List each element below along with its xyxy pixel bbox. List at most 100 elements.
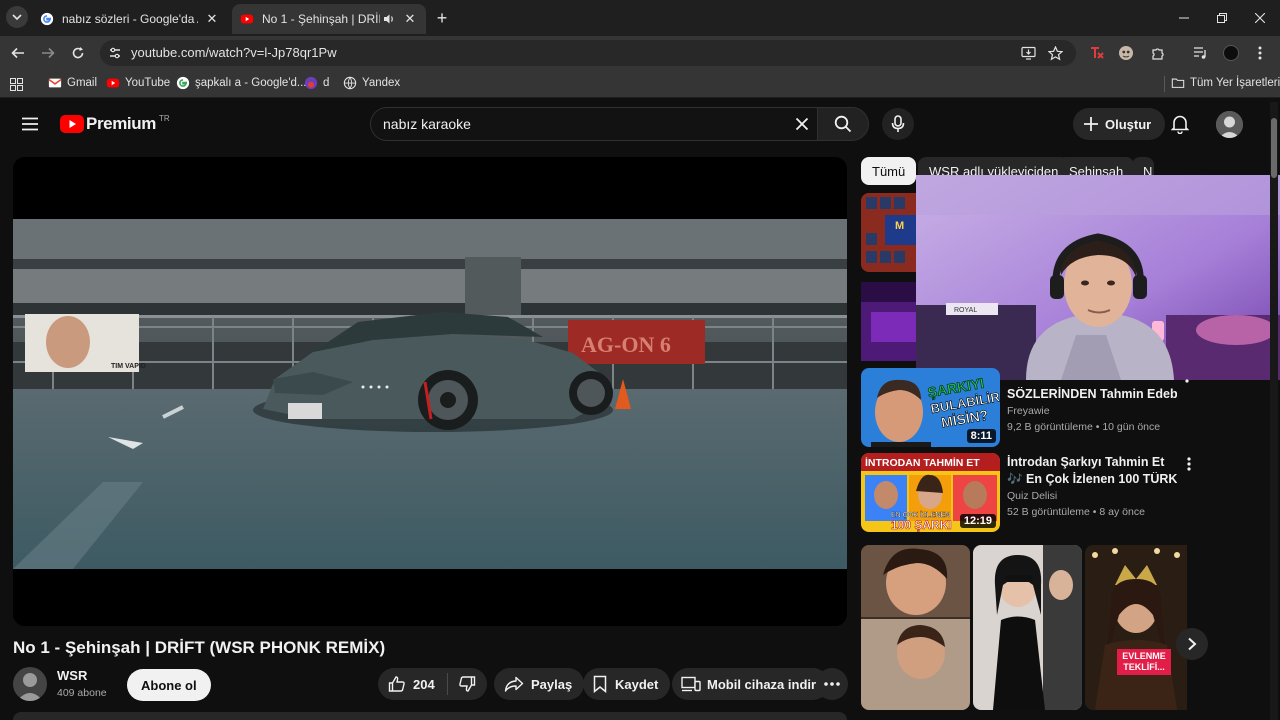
tab-search-button[interactable] (6, 6, 28, 28)
restore-button[interactable] (1210, 6, 1234, 30)
voice-search-button[interactable] (882, 108, 914, 140)
microphone-icon (891, 115, 905, 132)
subscribe-button[interactable]: Abone ol (127, 669, 211, 701)
recommendation-channel[interactable]: Quiz Delisi (1007, 490, 1057, 502)
webcam-sign-text: ROYAL (954, 307, 977, 314)
share-arrow-icon (504, 676, 524, 692)
video-duration: 12:19 (959, 514, 996, 528)
tab-title: No 1 - Şehinşah | DRİFT (WSR PHONK REMİX… (262, 12, 380, 26)
video-player[interactable]: TIM VAPID AG-ON 6 (13, 157, 847, 626)
menu-button[interactable] (18, 112, 42, 136)
channel-name[interactable]: WSR (57, 668, 87, 683)
profile-circle-icon (1223, 45, 1239, 61)
short-thumbnail[interactable]: EVLENME TEKLİFİ... (1085, 545, 1187, 710)
bookmark-d[interactable]: d (304, 76, 329, 90)
scrollbar-thumb[interactable] (1271, 118, 1277, 178)
url-text[interactable]: youtube.com/watch?v=l-Jp78qr1Pw (131, 45, 337, 60)
notifications-button[interactable] (1168, 112, 1192, 136)
minimize-button[interactable] (1172, 6, 1196, 30)
extension-avatar-icon[interactable] (1114, 41, 1138, 65)
user-avatar-icon (1216, 111, 1243, 138)
bookmark-youtube[interactable]: YouTube (106, 76, 170, 90)
search-input[interactable]: nabız karaoke (383, 116, 471, 132)
dislike-button[interactable] (448, 668, 476, 700)
search-button[interactable] (817, 107, 869, 141)
download-button[interactable]: Mobil cihaza indir (672, 668, 830, 700)
recommendation-menu-button[interactable] (1181, 456, 1197, 472)
recommendation-title[interactable]: SÖZLERİNDEN Tahmin Edebilir... (1007, 387, 1177, 401)
site-info-icon[interactable] (103, 41, 127, 65)
bookmark-label: Tüm Yer İşaretleri (1190, 77, 1280, 89)
chip-all[interactable]: Tümü (861, 157, 917, 185)
save-button[interactable]: Kaydet (583, 668, 671, 700)
like-button[interactable]: 204 (378, 668, 435, 700)
extensions-puzzle-icon[interactable] (1146, 41, 1170, 65)
clear-search-button[interactable] (790, 112, 814, 136)
thumb-sub2: 100 ŞARKI (891, 518, 952, 532)
channel-avatar[interactable] (13, 667, 47, 701)
tab-youtube-video[interactable]: No 1 - Şehinşah | DRİFT (WSR PHONK REMİX… (232, 4, 426, 34)
recommendation-thumbnail[interactable]: M (861, 193, 917, 272)
bookmark-star-icon[interactable] (1043, 41, 1067, 65)
description-box[interactable] (13, 712, 847, 720)
kebab-menu-icon (1258, 46, 1262, 60)
close-tab-icon[interactable]: ✕ (204, 11, 220, 27)
install-app-icon[interactable] (1016, 41, 1040, 65)
page-scrollbar[interactable] (1270, 102, 1278, 720)
arrow-left-icon (11, 47, 24, 59)
download-label: Mobil cihaza indir (707, 676, 817, 692)
short-thumbnail[interactable] (861, 545, 970, 710)
recommendation-thumbnail[interactable]: İNTRODAN TAHMİN ET EN ÇOK İZLENEN 100 ŞA… (861, 453, 1000, 532)
bookmark-yandex[interactable]: Yandex (343, 76, 400, 90)
bookmark-label: şapkalı a - Google'd... (195, 77, 307, 89)
recommendation-channel[interactable]: Freyawie (1007, 405, 1050, 417)
extension-translate-icon[interactable] (1085, 41, 1109, 65)
youtube-icon (106, 78, 120, 88)
media-controls-icon[interactable] (1188, 41, 1212, 65)
reload-button[interactable] (66, 41, 90, 65)
profile-avatar[interactable] (1219, 41, 1243, 65)
close-icon (795, 117, 809, 131)
region-label: TR (158, 114, 170, 123)
bookmark-label: d (323, 77, 330, 89)
close-window-button[interactable] (1248, 6, 1272, 30)
browser-menu-button[interactable] (1248, 41, 1272, 65)
share-label: Paylaş (531, 676, 573, 692)
recommendation-menu-button[interactable] (1185, 378, 1193, 386)
all-bookmarks-button[interactable]: Tüm Yer İşaretleri (1171, 76, 1280, 90)
bookmark-label: Yandex (362, 77, 401, 89)
like-dislike-group: 204 (378, 668, 487, 700)
recommendation-thumbnail[interactable] (861, 282, 917, 361)
bookmark-label: YouTube (125, 77, 171, 89)
youtube-premium-logo[interactable]: Premium TR (60, 114, 170, 134)
new-tab-button[interactable]: + (430, 6, 454, 30)
recommendation-thumbnail[interactable]: ŞARKIYI BULABİLİR MİSİN? 8:11 (861, 368, 1000, 447)
account-avatar[interactable] (1216, 111, 1243, 138)
speaker-icon[interactable] (382, 12, 396, 26)
back-button[interactable] (6, 41, 30, 65)
chevron-down-icon (12, 14, 22, 21)
devices-icon (681, 676, 701, 692)
recommendation-title-line2[interactable]: 🎶 En Çok İzlenen 100 TÜRKÇ... (1007, 472, 1177, 487)
close-tab-icon[interactable]: ✕ (402, 11, 418, 27)
more-actions-button[interactable] (816, 668, 848, 700)
recommendation-title[interactable]: İntrodan Şarkıyı Tahmin Et (1007, 455, 1177, 469)
save-label: Kaydet (615, 676, 659, 692)
bookmark-gmail[interactable]: Gmail (48, 76, 97, 90)
logo-text: Premium (86, 114, 156, 133)
apps-grid-icon[interactable] (4, 72, 28, 96)
channel-avatar-icon (13, 667, 47, 701)
forward-button[interactable] (36, 41, 60, 65)
banner-right-text: AG-ON 6 (581, 332, 671, 357)
video-frame: TIM VAPID AG-ON 6 (13, 219, 847, 626)
short-thumbnail[interactable] (973, 545, 1082, 710)
bookmark-google-search[interactable]: şapkalı a - Google'd... (176, 76, 307, 90)
create-button[interactable]: Oluştur (1073, 108, 1166, 140)
share-button[interactable]: Paylaş (494, 668, 585, 700)
minimize-icon (1179, 17, 1189, 19)
tab-google-search[interactable]: nabız sözleri - Google'da Ara ✕ (32, 6, 228, 32)
thumbnail-image (861, 282, 917, 361)
close-icon (1255, 13, 1265, 23)
shorts-next-button[interactable] (1176, 628, 1208, 660)
short-image (861, 545, 970, 710)
